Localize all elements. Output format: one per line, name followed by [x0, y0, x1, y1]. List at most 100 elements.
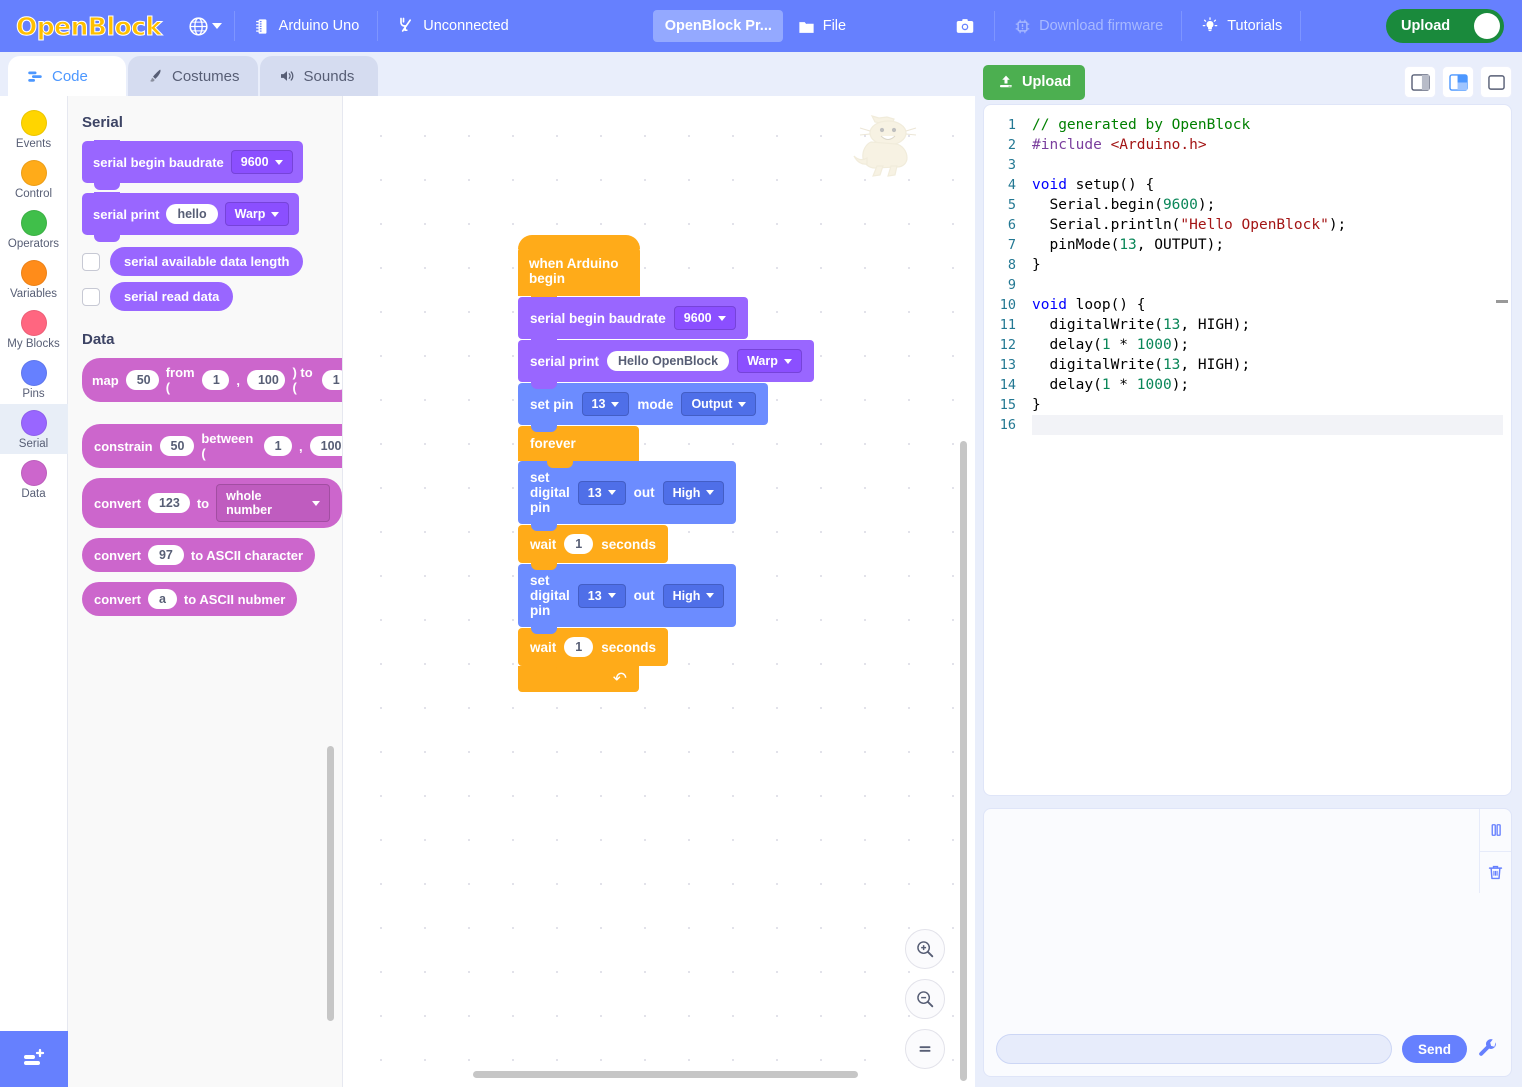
block-set-digital-pin-1[interactable]: set digital pin 13 out High: [518, 461, 737, 531]
constrain-min-field[interactable]: 1: [263, 436, 293, 456]
zoom-reset-button[interactable]: [905, 1029, 945, 1069]
screenshot-button[interactable]: [940, 9, 990, 43]
block-serial-print[interactable]: serial print Hello OpenBlock Warp: [518, 340, 814, 389]
ascii-number-value-field[interactable]: a: [147, 589, 177, 609]
category-variables[interactable]: Variables: [0, 254, 68, 304]
divider: [377, 11, 379, 41]
digital-pin-dropdown[interactable]: 13: [577, 583, 626, 608]
connection-status-button[interactable]: Unconnected: [382, 9, 522, 43]
tab-costumes-label: Costumes: [172, 67, 240, 85]
wait-seconds-field[interactable]: 1: [564, 637, 594, 657]
serial-print-text-field[interactable]: hello: [166, 204, 218, 224]
blocks-workspace[interactable]: when Arduino begin serial begin baudrate…: [343, 96, 975, 1087]
tab-code[interactable]: Code: [8, 56, 126, 96]
wait-seconds-field[interactable]: 1: [564, 534, 594, 554]
send-button[interactable]: Send: [1401, 1035, 1467, 1063]
block-set-digital-pin-2[interactable]: set digital pin 13 out High: [518, 564, 737, 634]
zoom-in-button[interactable]: [905, 929, 945, 969]
block-label: serial available data length: [124, 254, 290, 269]
warp-dropdown[interactable]: Warp: [224, 202, 290, 226]
cursor-line-highlight[interactable]: [1032, 415, 1503, 435]
map-from-min-field[interactable]: 1: [201, 370, 230, 390]
view-full-stage-button[interactable]: [1480, 66, 1512, 98]
upload-mode-toggle[interactable]: Upload: [1386, 9, 1504, 43]
digital-out-dropdown[interactable]: High: [662, 583, 725, 608]
category-events[interactable]: Events: [0, 104, 68, 154]
palette-block-serial-begin-baudrate[interactable]: serial begin baudrate 9600: [82, 140, 342, 190]
file-menu[interactable]: File: [783, 9, 860, 43]
map-to-min-field[interactable]: 1: [321, 370, 342, 390]
category-serial[interactable]: Serial: [0, 404, 68, 454]
block-serial-begin-baudrate[interactable]: serial begin baudrate 9600: [518, 297, 748, 346]
language-selector[interactable]: [180, 16, 230, 37]
add-extension-button[interactable]: [0, 1031, 68, 1087]
serial-send-input[interactable]: [996, 1034, 1392, 1064]
code-scroll-indicator[interactable]: [1496, 300, 1508, 303]
ascii-char-value-field[interactable]: 97: [147, 545, 184, 565]
script-stack[interactable]: when Arduino begin serial begin baudrate…: [518, 235, 975, 692]
palette-block-serial-print[interactable]: serial print hello Warp: [82, 192, 342, 242]
view-small-stage-button[interactable]: [1404, 66, 1436, 98]
map-from-max-field[interactable]: 100: [246, 370, 286, 390]
chevron-down-icon: [738, 401, 747, 407]
block-set-pin-mode[interactable]: set pin 13 mode Output: [518, 383, 769, 432]
block-label: to: [196, 495, 210, 511]
baudrate-dropdown[interactable]: 9600: [673, 306, 736, 330]
view-split-stage-button[interactable]: [1442, 66, 1474, 98]
block-when-arduino-begin[interactable]: when Arduino begin: [518, 235, 640, 303]
constrain-max-field[interactable]: 100: [309, 436, 342, 456]
generated-code-editor[interactable]: 1 // generated by OpenBlock 2 #include <Ar…: [983, 104, 1512, 796]
scratch-cat-watermark: [851, 114, 923, 187]
block-forever[interactable]: forever set digital pin 13 out High wait…: [518, 426, 737, 692]
wrench-icon: [1479, 1039, 1496, 1056]
category-my-blocks[interactable]: My Blocks: [0, 304, 68, 354]
workspace-vertical-scrollbar[interactable]: [960, 441, 967, 1081]
palette-scrollbar[interactable]: [327, 746, 334, 1021]
palette-block-serial-available-data-length[interactable]: serial available data length: [82, 247, 342, 276]
constrain-value-field[interactable]: 50: [159, 436, 195, 456]
mode-dropdown[interactable]: Output: [681, 392, 757, 416]
monitor-checkbox[interactable]: [82, 252, 100, 271]
upload-button[interactable]: Upload: [983, 64, 1086, 100]
serial-print-text-field[interactable]: Hello OpenBlock: [607, 351, 730, 371]
category-operators[interactable]: Operators: [0, 204, 68, 254]
monitor-clear-button[interactable]: [1480, 851, 1511, 893]
monitor-settings-button[interactable]: [1477, 1038, 1499, 1060]
zoom-out-button[interactable]: [905, 979, 945, 1019]
monitor-pause-button[interactable]: [1480, 809, 1511, 851]
category-data[interactable]: Data: [0, 454, 68, 504]
pin-dropdown[interactable]: 13: [581, 392, 630, 416]
convert-value-field[interactable]: 123: [147, 493, 190, 513]
line-number: 3: [1007, 157, 1016, 173]
palette-block-convert-to-ascii-number[interactable]: convert a to ASCII nubmer: [82, 582, 342, 616]
board-selector[interactable]: Arduino Uno: [239, 9, 374, 43]
digital-pin-dropdown[interactable]: 13: [577, 480, 626, 505]
block-label: serial print: [530, 353, 600, 369]
palette-block-convert-to-whole-number[interactable]: convert 123 to whole number: [82, 478, 342, 528]
category-control[interactable]: Control: [0, 154, 68, 204]
palette-block-serial-read-data[interactable]: serial read data: [82, 282, 342, 311]
convert-type-dropdown[interactable]: whole number: [216, 484, 330, 522]
monitor-checkbox[interactable]: [82, 287, 100, 306]
download-firmware-button[interactable]: Download firmware: [999, 9, 1177, 43]
palette-section-title: Data: [82, 331, 115, 348]
category-pins[interactable]: Pins: [0, 354, 68, 404]
layout-split-icon: [1448, 73, 1468, 91]
tab-sounds[interactable]: Sounds: [259, 56, 378, 96]
palette-block-constrain[interactable]: constrain 50 between ( 1 , 100 ): [82, 424, 342, 468]
divider: [233, 11, 235, 41]
project-name-field[interactable]: OpenBlock Pr...: [652, 10, 783, 42]
map-value-field[interactable]: 50: [125, 370, 159, 390]
workspace-horizontal-scrollbar[interactable]: [473, 1071, 858, 1078]
openblock-logo[interactable]: OpenBlock: [16, 11, 163, 41]
baudrate-dropdown[interactable]: 9600: [230, 150, 293, 174]
tutorials-button[interactable]: Tutorials: [1186, 9, 1296, 43]
tab-costumes[interactable]: Costumes: [128, 56, 258, 96]
monitor-output[interactable]: [984, 809, 1511, 1024]
block-palette[interactable]: Serial serial begin baudrate 9600 serial…: [68, 96, 343, 1087]
block-label: seconds: [601, 536, 656, 552]
palette-block-convert-to-ascii-character[interactable]: convert 97 to ASCII character: [82, 538, 342, 572]
digital-out-dropdown[interactable]: High: [662, 480, 725, 505]
warp-dropdown[interactable]: Warp: [737, 349, 802, 373]
palette-block-map[interactable]: map 50 from ( 1 , 100 ) to ( 1: [82, 358, 342, 402]
